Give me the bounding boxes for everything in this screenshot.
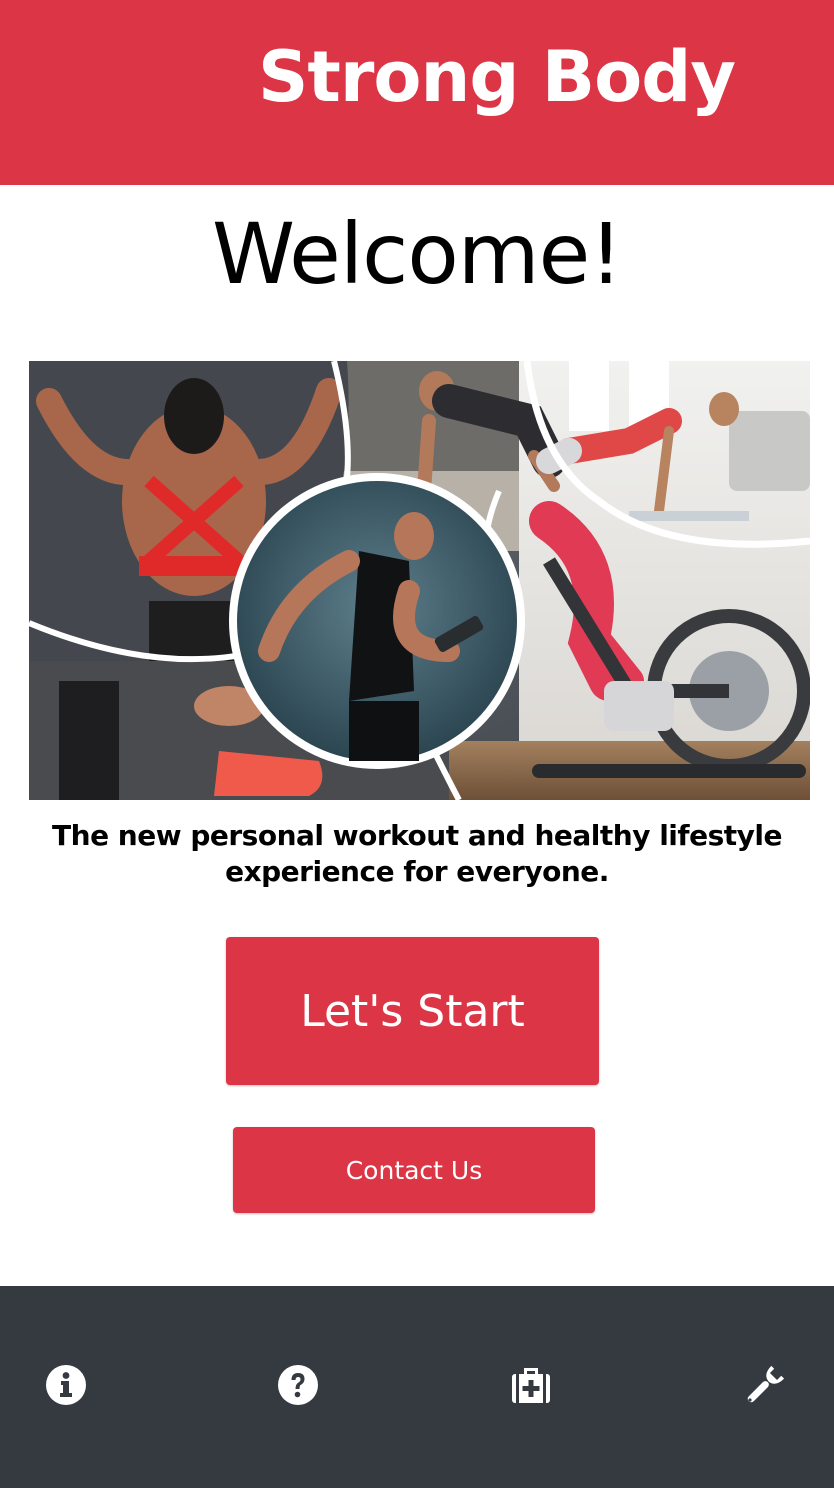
fitness-collage-image (29, 361, 810, 800)
lets-start-button[interactable]: Let's Start (226, 937, 599, 1085)
bottom-nav (0, 1286, 834, 1488)
help-icon (278, 1365, 318, 1405)
app-header: Strong Body (0, 0, 834, 185)
brand-title: Strong Body (258, 36, 736, 118)
tagline-line-1: The new personal workout and healthy lif… (52, 819, 782, 852)
nav-item-info[interactable] (41, 1360, 91, 1410)
info-icon (46, 1365, 86, 1405)
tagline-line-2: experience for everyone. (225, 855, 609, 888)
tagline: The new personal workout and healthy lif… (0, 818, 834, 890)
contact-us-button[interactable]: Contact Us (233, 1127, 595, 1213)
medical-kit-icon (512, 1368, 550, 1403)
nav-item-medical[interactable] (506, 1360, 556, 1410)
wrench-icon (747, 1365, 785, 1403)
welcome-heading: Welcome! (212, 205, 623, 303)
nav-item-help[interactable] (273, 1360, 323, 1410)
nav-item-settings[interactable] (740, 1360, 790, 1410)
